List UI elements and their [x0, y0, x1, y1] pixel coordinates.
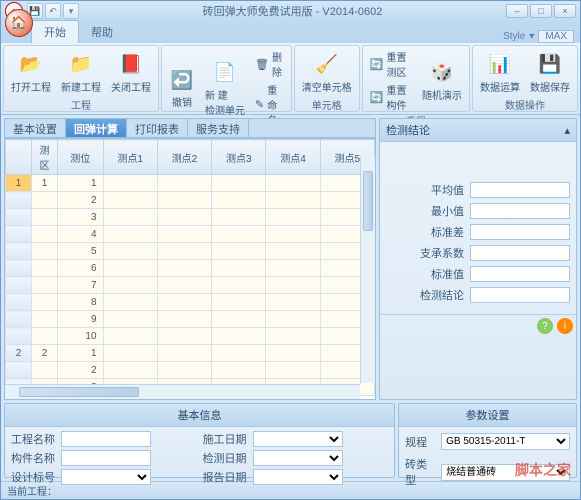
ribbon-group-cell: 🧹清空单元格 单元格 [294, 45, 360, 112]
quick-access-toolbar: 💾 ↶ ▾ [27, 3, 79, 19]
max-button[interactable]: MAX [538, 30, 574, 43]
open-project-button[interactable]: 📂打开工程 [8, 50, 54, 96]
ptab-basic[interactable]: 基本设置 [5, 119, 66, 137]
ribbon: 📂打开工程 📁新建工程 📕关闭工程 工程 ↩️撤销 📄新 建 检测单元 🗑删除 … [1, 43, 580, 115]
params-title: 参数设置 [466, 407, 510, 423]
clear-cell-button[interactable]: 🧹清空单元格 [299, 50, 355, 96]
projname-input[interactable] [61, 431, 151, 447]
right-pane: 检测结论▴ 平均值 最小值 标准差 支承系数 标准值 检测结论 ? i [379, 118, 577, 400]
tab-help[interactable]: 帮助 [79, 21, 125, 43]
conclusion-input[interactable] [470, 287, 570, 303]
data-save-button[interactable]: 💾数据保存 [527, 50, 573, 96]
revoke-button[interactable]: ↩️撤销 [166, 65, 198, 111]
delete-icon: 🗑 [255, 57, 269, 71]
work-area: 基本设置 回弹计算 打印报表 服务支持 测区测位测点1测点2测点3测点4测点51… [1, 115, 580, 403]
save-icon: 💾 [537, 52, 563, 78]
bricktype-select[interactable]: 烧结普通砖 [441, 464, 570, 481]
ribbon-group-project: 📂打开工程 📁新建工程 📕关闭工程 工程 [3, 45, 159, 112]
window-title: 砖回弹大师免费试用版 - V2014-0602 [79, 3, 506, 19]
page-tabs: 基本设置 回弹计算 打印报表 服务支持 [4, 118, 376, 138]
ribbon-group-dataop: 📊数据运算 💾数据保存 数据操作 [472, 45, 578, 112]
folder-close-icon: 📕 [118, 52, 144, 78]
ptab-print[interactable]: 打印报表 [127, 119, 188, 137]
reset-zone-button[interactable]: 🔄重置测区 [367, 48, 415, 80]
close-button[interactable]: × [554, 4, 576, 18]
params-panel: 参数设置 规程GB 50315-2011-T 砖类型烧结普通砖 [398, 403, 577, 478]
support-input[interactable] [470, 245, 570, 261]
main-window: ⌂ 💾 ↶ ▾ 砖回弹大师免费试用版 - V2014-0602 – □ × 🏠 … [0, 0, 581, 500]
horizontal-scrollbar[interactable] [5, 384, 360, 399]
basicinfo-title: 基本信息 [178, 407, 222, 423]
designmark-select[interactable] [61, 469, 151, 485]
close-project-button[interactable]: 📕关闭工程 [108, 50, 154, 96]
titlebar: ⌂ 💾 ↶ ▾ 砖回弹大师免费试用版 - V2014-0602 – □ × [1, 1, 580, 21]
calc-icon: 📊 [487, 52, 513, 78]
reset-component-button[interactable]: 🔄重置构件 [367, 81, 415, 113]
qat-dropdown-icon[interactable]: ▾ [63, 3, 79, 19]
bottom-area: 基本信息 工程名称 施工日期 构件名称 检测日期 设计标号 报告日期 参数设置 … [1, 403, 580, 481]
document-new-icon: 📄 [212, 60, 238, 86]
spec-select[interactable]: GB 50315-2011-T [441, 433, 570, 450]
reportdate-select[interactable] [253, 469, 343, 485]
dice-icon: 🎲 [429, 60, 455, 86]
help-icon[interactable]: ? [537, 318, 553, 334]
ptab-rebound[interactable]: 回弹计算 [66, 119, 127, 137]
minimize-button[interactable]: – [506, 4, 528, 18]
new-project-button[interactable]: 📁新建工程 [58, 50, 104, 96]
ribbon-group-reset: 🔄重置测区 🔄重置构件 🎲随机演示 重置 [362, 45, 470, 112]
maximize-button[interactable]: □ [530, 4, 552, 18]
min-input[interactable] [470, 203, 570, 219]
data-grid-container: 测区测位测点1测点2测点3测点4测点5111234567891022123 [4, 138, 376, 400]
delete-button[interactable]: 🗑删除 [252, 48, 287, 80]
ribbon-tabstrip: 🏠 开始 帮助 Style ▾ MAX [1, 21, 580, 43]
info-icon[interactable]: i [557, 318, 573, 334]
vertical-scrollbar[interactable] [360, 157, 375, 383]
avg-input[interactable] [470, 182, 570, 198]
ribbon-group-component: ↩️撤销 📄新 建 检测单元 🗑删除 ✎重命名 构件 [161, 45, 292, 112]
folder-open-icon: 📂 [18, 52, 44, 78]
rename-icon: ✎ [255, 98, 264, 112]
style-dropdown-icon[interactable]: ▾ [529, 31, 534, 42]
clear-icon: 🧹 [314, 52, 340, 78]
tab-start[interactable]: 开始 [31, 20, 79, 43]
data-grid[interactable]: 测区测位测点1测点2测点3测点4测点5111234567891022123 [5, 139, 375, 396]
result-panel: 检测结论▴ 平均值 最小值 标准差 支承系数 标准值 检测结论 ? i [379, 118, 577, 400]
reset-icon: 🔄 [370, 57, 384, 71]
data-calc-button[interactable]: 📊数据运算 [477, 50, 523, 96]
app-orb-button[interactable]: 🏠 [5, 9, 33, 37]
basicinfo-panel: 基本信息 工程名称 施工日期 构件名称 检测日期 设计标号 报告日期 [4, 403, 395, 478]
qat-undo-icon[interactable]: ↶ [45, 3, 61, 19]
compname-input[interactable] [61, 450, 151, 466]
style-label: Style [503, 31, 525, 42]
stddev-input[interactable] [470, 224, 570, 240]
left-pane: 基本设置 回弹计算 打印报表 服务支持 测区测位测点1测点2测点3测点4测点51… [4, 118, 376, 400]
folder-new-icon: 📁 [68, 52, 94, 78]
result-title: 检测结论 [386, 122, 430, 138]
random-demo-button[interactable]: 🎲随机演示 [419, 58, 465, 104]
consdate-select[interactable] [253, 431, 343, 447]
status-text: 当前工程： [7, 483, 57, 498]
new-unit-button[interactable]: 📄新 建 检测单元 [202, 58, 248, 119]
std-input[interactable] [470, 266, 570, 282]
undo-icon: ↩️ [169, 67, 195, 93]
testdate-select[interactable] [253, 450, 343, 466]
ptab-service[interactable]: 服务支持 [188, 119, 249, 137]
reset-icon: 🔄 [370, 90, 384, 104]
panel-collapse-icon[interactable]: ▴ [564, 124, 570, 137]
